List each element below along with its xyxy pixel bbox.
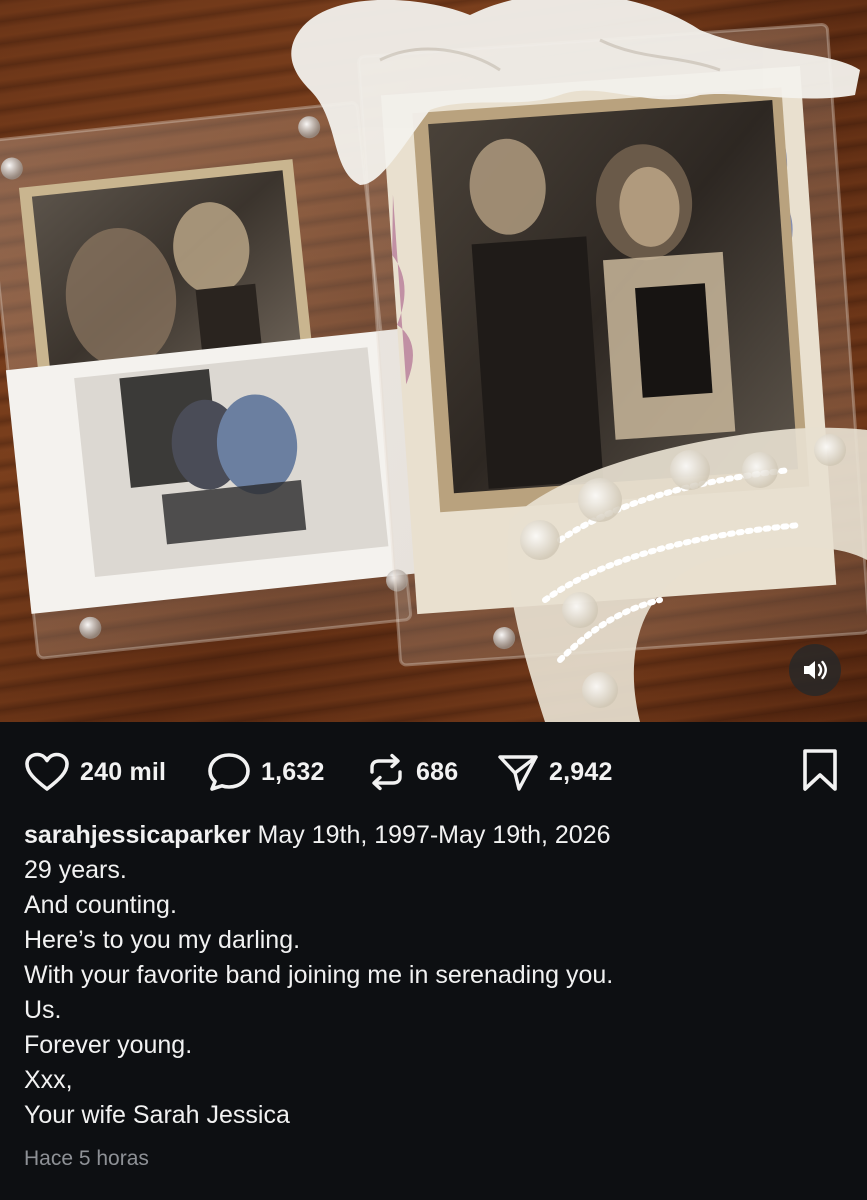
repost-count: 686 — [416, 757, 459, 786]
caption-line: Us. — [24, 996, 62, 1024]
share-count: 2,942 — [549, 757, 613, 786]
audio-toggle-button[interactable] — [789, 644, 841, 696]
comment-count: 1,632 — [261, 757, 325, 786]
send-icon — [498, 755, 538, 791]
caption-line: Forever young. — [24, 1031, 193, 1059]
caption-first-line: sarahjessicaparker May 19th, 1997-May 19… — [24, 818, 844, 853]
caption-line: With your favorite band joining me in se… — [24, 961, 614, 989]
bookmark-icon — [803, 749, 837, 791]
speaker-icon — [804, 660, 827, 680]
save-button[interactable] — [800, 749, 840, 791]
caption-line: 29 years. — [24, 856, 127, 884]
post-photo — [0, 0, 867, 722]
post-caption: sarahjessicaparker May 19th, 1997-May 19… — [24, 818, 844, 1133]
repost-button[interactable]: 686 — [366, 752, 458, 792]
post-media[interactable] — [0, 0, 867, 722]
caption-line: Here’s to you my darling. — [24, 926, 301, 954]
comment-button[interactable]: 1,632 — [207, 752, 325, 792]
caption-date-range: May 19th, 1997-May 19th, 2026 — [257, 821, 611, 849]
heart-icon — [25, 752, 69, 791]
like-count: 240 mil — [80, 757, 167, 786]
caption-line: Your wife Sarah Jessica — [24, 1101, 290, 1129]
caption-line: Xxx, — [24, 1066, 73, 1094]
post-actions: 240 mil 1,632 686 2,942 — [0, 740, 867, 804]
post-timestamp: Hace 5 horas — [24, 1147, 149, 1170]
caption-line: And counting. — [24, 891, 177, 919]
comment-bubble-icon — [208, 753, 250, 791]
author-username[interactable]: sarahjessicaparker — [24, 821, 251, 849]
repost-icon — [370, 753, 402, 791]
share-button[interactable]: 2,942 — [497, 752, 613, 792]
like-button[interactable]: 240 mil — [24, 752, 166, 792]
